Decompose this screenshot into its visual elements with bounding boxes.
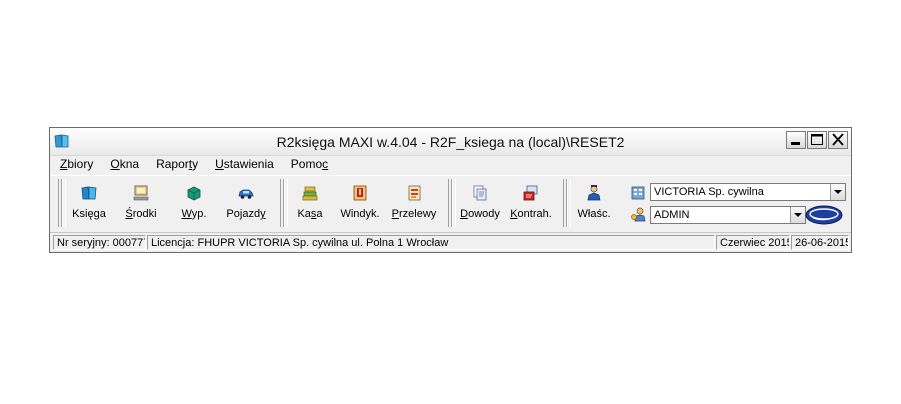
license-panel: Licencja: FHUPR VICTORIA Sp. cywilna ul.…: [147, 235, 715, 250]
minimize-button[interactable]: [786, 131, 806, 149]
wlasc-label: Właśc.: [577, 208, 611, 220]
box-icon: [187, 186, 201, 201]
maximize-button[interactable]: [807, 131, 827, 149]
owner-person-icon: [587, 185, 601, 201]
company-select[interactable]: VICTORIA Sp. cywilna: [650, 183, 846, 201]
car-icon: [238, 189, 254, 199]
menu-ustawienia[interactable]: Ustawienia: [205, 155, 281, 174]
dowody-label: Dowody: [460, 208, 500, 220]
windyk-button[interactable]: Windyk.: [338, 184, 382, 228]
date-panel: 26-06-2015: [791, 235, 849, 250]
ksiega-button[interactable]: Księga: [70, 184, 108, 228]
pojazdy-label: Pojazdy: [226, 208, 266, 220]
kontrah-button[interactable]: Kontrah.: [508, 184, 554, 228]
wlasc-button[interactable]: Właśc.: [574, 184, 614, 228]
user-key-icon: [631, 207, 646, 222]
pojazdy-button[interactable]: Pojazdy: [224, 184, 268, 228]
wyp-button[interactable]: Wyp.: [175, 184, 213, 228]
toolbar-grip: [283, 179, 288, 227]
cash-register-icon: [302, 186, 318, 201]
company-select-arrow-icon[interactable]: [830, 184, 845, 200]
srodki-label: Środki: [125, 208, 157, 220]
reset-logo-icon[interactable]: [804, 204, 844, 226]
menu-okna[interactable]: Okna: [100, 155, 146, 174]
przelewy-label: Przelewy: [391, 208, 437, 220]
debt-collection-icon: [353, 185, 367, 201]
close-button[interactable]: [828, 131, 848, 149]
przelewy-button[interactable]: Przelewy: [390, 184, 438, 228]
user-select[interactable]: ADMIN: [650, 206, 806, 224]
menu-pomoc[interactable]: Pomoc: [281, 155, 335, 174]
transfer-document-icon: [408, 185, 421, 201]
period-panel: Czerwiec 2015: [716, 235, 790, 250]
minimize-icon: [791, 142, 800, 145]
user-select-value: ADMIN: [654, 209, 690, 221]
menu-bar: Zbiory Okna Raporty Ustawienia Pomoc: [50, 155, 851, 174]
computer-icon: [133, 185, 149, 201]
user-select-arrow-icon[interactable]: [790, 207, 805, 223]
maximize-icon: [811, 134, 823, 145]
company-building-icon: [631, 186, 645, 200]
toolbar-grip: [566, 179, 571, 227]
kasa-button[interactable]: Kasa: [293, 184, 327, 228]
kasa-label: Kasa: [297, 208, 323, 220]
contractors-icon: [523, 185, 538, 201]
toolbar-grip: [61, 179, 66, 227]
windyk-label: Windyk.: [340, 208, 380, 220]
dowody-button[interactable]: Dowody: [457, 184, 503, 228]
close-icon: [832, 133, 844, 146]
title-bar[interactable]: R2księga MAXI w.4.04 - R2F_ksiega na (lo…: [50, 128, 851, 156]
kontrah-label: Kontrah.: [510, 208, 552, 220]
menu-zbiory[interactable]: Zbiory: [50, 155, 100, 174]
toolbar-grip: [451, 179, 456, 227]
app-window: R2księga MAXI w.4.04 - R2F_ksiega na (lo…: [49, 127, 852, 253]
srodki-button[interactable]: Środki: [122, 184, 160, 228]
wyp-label: Wyp.: [181, 208, 207, 220]
toolbar: Księga Środki Wyp. Pojazdy Kasa Windyk. …: [50, 175, 851, 233]
window-title: R2księga MAXI w.4.04 - R2F_ksiega na (lo…: [276, 134, 625, 150]
book-icon: [81, 186, 97, 200]
ksiega-label: Księga: [72, 208, 106, 220]
serial-number-panel: Nr seryjny: 000777: [53, 235, 146, 250]
status-bar: Nr seryjny: 000777 Licencja: FHUPR VICTO…: [50, 233, 851, 252]
menu-raporty[interactable]: Raporty: [146, 155, 205, 174]
documents-icon: [473, 185, 487, 201]
company-select-value: VICTORIA Sp. cywilna: [654, 186, 764, 198]
